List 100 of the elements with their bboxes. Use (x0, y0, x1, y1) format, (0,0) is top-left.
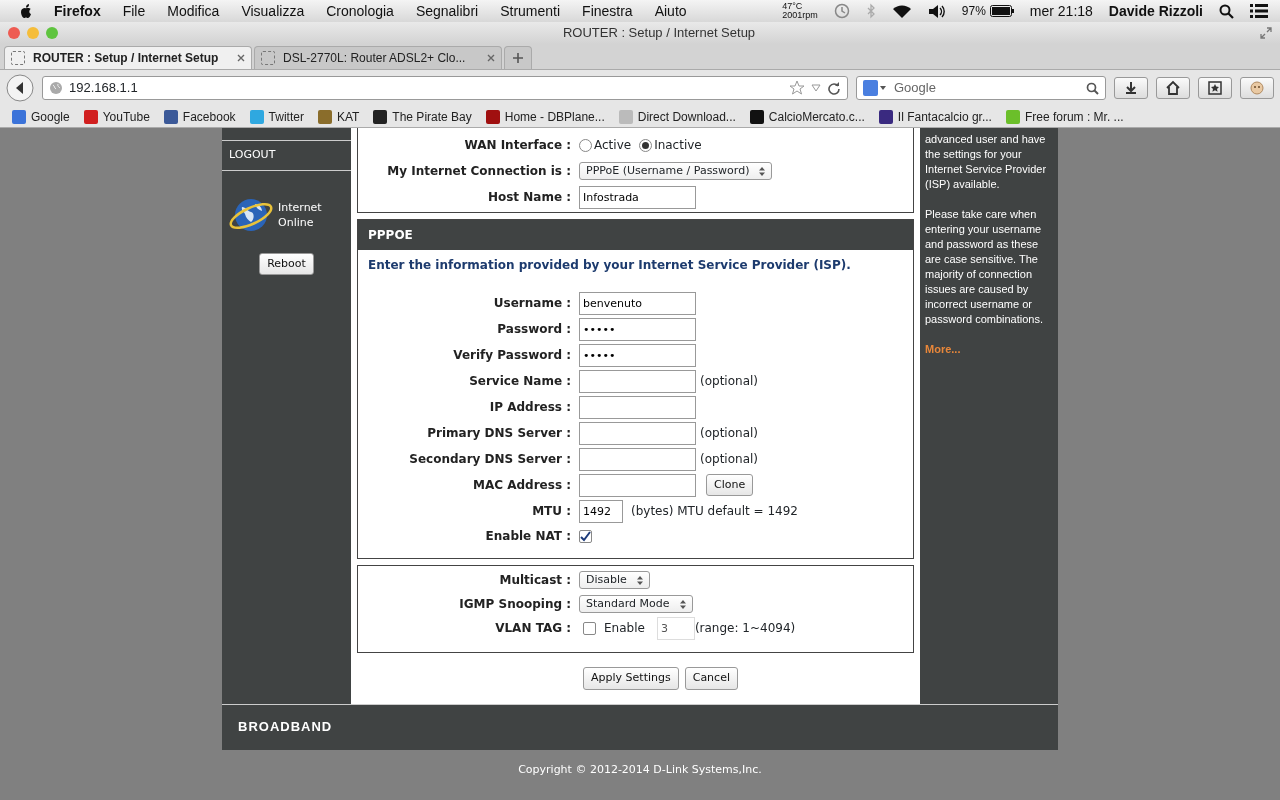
field-label: MAC Address : (472, 477, 571, 494)
help-text: advanced user and have the settings for your Internet Service Provider (ISP) available. (925, 132, 1048, 192)
field-note: (optional) (700, 451, 758, 468)
clock-icon[interactable] (833, 3, 850, 19)
checkbox-label[interactable]: Enable (604, 619, 645, 637)
input-field[interactable] (579, 369, 696, 393)
search-engine-icon[interactable] (863, 80, 887, 96)
input-field: 3 (656, 616, 695, 640)
stepper-icon (636, 575, 643, 585)
input-field[interactable]: Infostrada (579, 185, 696, 209)
browser-tab[interactable]: DSL-2770L: Router ADSL2+ Clo... (254, 46, 502, 69)
bookmark-link[interactable]: Il Fantacalcio gr... (897, 107, 992, 126)
radio-button[interactable] (579, 138, 592, 152)
fullscreen-icon[interactable] (1260, 27, 1272, 39)
bookmark-link[interactable]: Facebook (182, 107, 236, 126)
radio-label[interactable]: Inactive (654, 136, 702, 154)
new-tab-button[interactable] (504, 46, 532, 69)
dropdown[interactable]: PPPoE (Username / Password) (579, 162, 773, 180)
field-label: WAN Interface : (463, 137, 571, 154)
bookmark-icon[interactable] (749, 109, 764, 124)
check-icon (580, 530, 591, 542)
field-label: Username : (492, 295, 571, 312)
bookmark-link[interactable]: Google (31, 107, 70, 126)
menu-item[interactable]: Finestra (582, 0, 633, 22)
field-note: (optional) (700, 425, 758, 442)
help-text: Please take care when entering your username and password as these are case sensitive. The majority of connection issues are caused by incorrect username or password combinations. (925, 207, 1044, 327)
bookmark-link[interactable]: CalcioMercato.c... (768, 107, 865, 126)
section-header: PPPOE (358, 220, 913, 250)
input-field[interactable] (579, 447, 696, 471)
bookmark-link[interactable]: Free forum : Mr. ... (1024, 107, 1124, 126)
input-field[interactable]: benvenuto (579, 291, 696, 315)
dropdown[interactable]: Disable (579, 571, 650, 589)
bookmark-icon[interactable] (373, 109, 388, 124)
brand-logo: BROADBAND (222, 703, 1058, 750)
temperature-reading: 47°C (782, 2, 804, 11)
menu-item[interactable]: Modifica (167, 0, 220, 22)
app-menu[interactable]: Firefox (54, 0, 101, 22)
download-icon[interactable] (1123, 80, 1139, 96)
input-field[interactable]: ••••• (579, 343, 696, 367)
more-link[interactable]: More... (925, 343, 961, 355)
bookmark-link[interactable]: Twitter (268, 107, 304, 126)
menu-item[interactable]: Aiuto (654, 0, 687, 22)
clone-button[interactable]: Clone (706, 473, 754, 497)
apple-icon[interactable] (18, 3, 32, 19)
back-button[interactable] (6, 74, 34, 102)
cancel-button[interactable]: Cancel (684, 667, 738, 690)
menu-item[interactable]: Cronologia (326, 0, 394, 22)
field-note: (optional) (700, 373, 758, 390)
bookmark-link[interactable]: KAT (336, 107, 360, 126)
radio-button[interactable] (639, 138, 653, 152)
field-label: Service Name : (468, 373, 571, 390)
page-icon (261, 51, 275, 65)
input-field[interactable] (579, 421, 696, 445)
field-label: My Internet Connection is : (386, 163, 571, 180)
stepper-icon (759, 166, 766, 176)
bookmark-link[interactable]: YouTube (102, 107, 150, 126)
field-label: Primary DNS Server : (426, 425, 571, 442)
search-icon[interactable] (1086, 81, 1099, 95)
input-field[interactable] (579, 473, 696, 497)
bookmark-link[interactable]: The Pirate Bay (392, 107, 472, 126)
clock[interactable]: mer 21:18 (1029, 0, 1093, 22)
bookmarks-icon[interactable] (1207, 80, 1223, 96)
input-field[interactable] (579, 395, 696, 419)
checkbox[interactable] (583, 621, 596, 635)
field-label: IP Address : (488, 399, 571, 416)
apply-button[interactable]: Apply Settings (583, 667, 679, 690)
input-field[interactable]: 1492 (579, 499, 623, 523)
battery-icon[interactable] (989, 5, 1014, 17)
stepper-icon (679, 599, 686, 609)
menu-icon[interactable] (1250, 4, 1268, 18)
window-title: ROUTER : Setup / Internet Setup (561, 24, 757, 43)
wifi-icon[interactable] (891, 3, 912, 19)
field-label: MTU : (531, 503, 571, 520)
checkbox[interactable] (579, 529, 592, 543)
bookmark-link[interactable]: Home - DBPlane... (504, 107, 605, 126)
search-icon[interactable] (1219, 3, 1234, 19)
plus-icon (512, 52, 524, 64)
close-icon[interactable] (487, 54, 495, 62)
fan-speed-reading: 2001rpm (782, 11, 818, 20)
menu-item[interactable]: Strumenti (500, 0, 561, 22)
bookmark-icon[interactable] (878, 109, 893, 124)
field-label: Secondary DNS Server : (408, 451, 571, 468)
menu-item[interactable]: Segnalibri (415, 0, 479, 22)
menu-item[interactable]: Visualizza (241, 0, 305, 22)
addon-icon[interactable] (1249, 80, 1265, 96)
input-field[interactable]: ••••• (579, 317, 696, 341)
close-button[interactable] (8, 27, 20, 39)
reboot-button[interactable]: Reboot (259, 252, 314, 275)
dropdown[interactable]: Standard Mode (579, 595, 693, 613)
field-label: Verify Password : (452, 347, 571, 364)
bookmark-icon[interactable] (485, 109, 500, 124)
radio-label[interactable]: Active (594, 136, 632, 154)
bookmark-link[interactable]: Direct Download... (637, 107, 736, 126)
home-icon[interactable] (1165, 80, 1181, 96)
user-name[interactable]: Davide Rizzoli (1108, 0, 1203, 22)
menu-item[interactable]: File (122, 0, 146, 22)
browser-tab[interactable]: ROUTER : Setup / Internet Setup (4, 46, 252, 69)
close-icon[interactable] (237, 54, 245, 62)
search-bar[interactable]: Google (856, 76, 1106, 100)
volume-icon[interactable] (927, 3, 946, 19)
